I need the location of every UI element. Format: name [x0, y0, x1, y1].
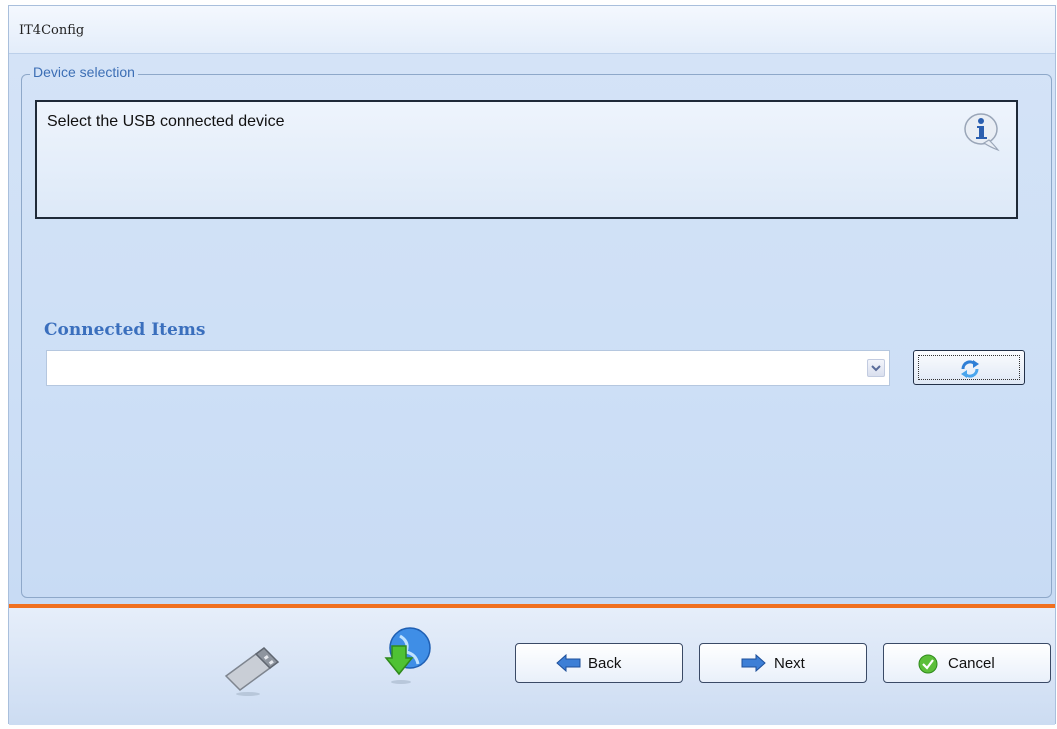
usb-plug-icon — [224, 647, 280, 696]
chevron-down-icon — [871, 365, 881, 372]
instruction-text: Select the USB connected device — [47, 113, 285, 130]
cancel-button[interactable]: Cancel — [883, 643, 1051, 683]
group-legend: Device selection — [30, 64, 138, 80]
window-title: IT4Config — [19, 23, 85, 38]
device-selection-group: Device selection Select the USB connecte… — [21, 64, 1052, 598]
refresh-focus-rect — [918, 355, 1020, 380]
check-circle-icon — [918, 654, 938, 674]
wizard-window: IT4Config Device selection Select the US… — [8, 5, 1056, 725]
dropdown-arrow-button[interactable] — [867, 359, 885, 377]
content-area: Device selection Select the USB connecte… — [9, 54, 1055, 604]
info-icon — [964, 113, 1000, 152]
back-button-label: Back — [588, 655, 622, 672]
back-button[interactable]: Back — [515, 643, 683, 683]
connected-items-dropdown[interactable] — [46, 350, 890, 386]
refresh-icon — [961, 360, 979, 378]
arrow-left-icon — [556, 654, 581, 672]
refresh-button[interactable] — [913, 350, 1025, 385]
arrow-right-icon — [741, 654, 766, 672]
connected-items-label: Connected Items — [44, 320, 206, 340]
cancel-button-label: Cancel — [948, 655, 995, 672]
next-button-label: Next — [774, 655, 805, 672]
next-button[interactable]: Next — [699, 643, 867, 683]
title-bar: IT4Config — [9, 6, 1055, 54]
info-panel: Select the USB connected device — [35, 100, 1018, 219]
download-globe-icon — [384, 627, 431, 684]
